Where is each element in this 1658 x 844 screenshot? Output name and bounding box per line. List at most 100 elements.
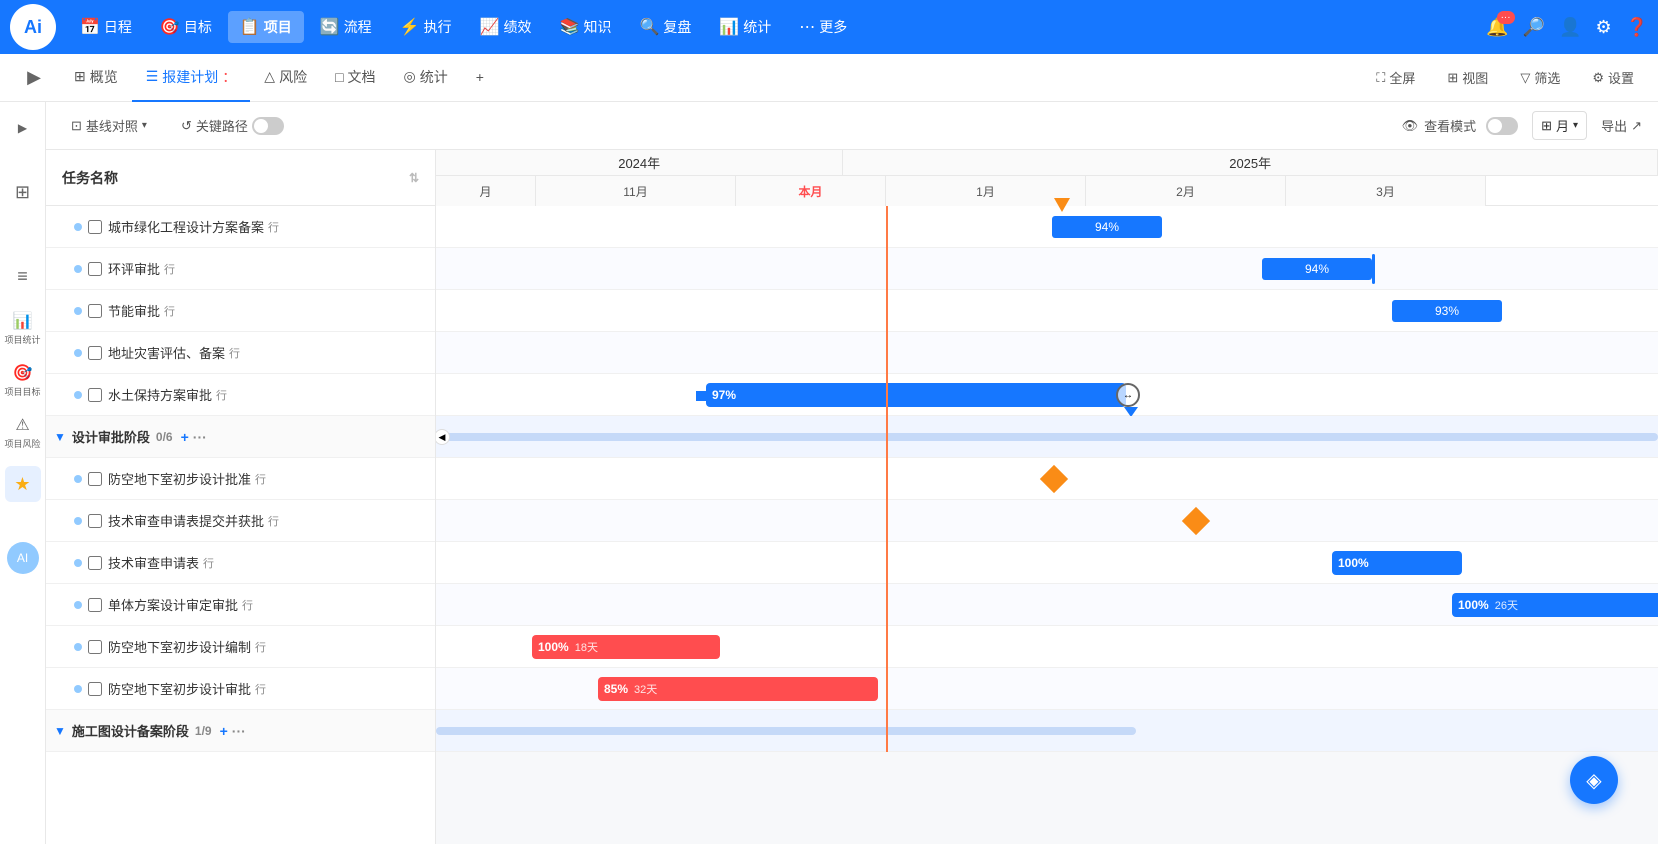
section-more-btn[interactable]: ··· <box>193 429 207 445</box>
gantt-bar-8[interactable]: 100% <box>1332 551 1462 575</box>
diamond-milestone-0[interactable] <box>1040 465 1068 493</box>
task-checkbox[interactable] <box>88 598 102 612</box>
task-row[interactable]: 节能审批 行 <box>46 290 435 332</box>
baseline-btn[interactable]: ⊡ 基线对照 ▾ <box>62 111 156 140</box>
nav-more[interactable]: ⋯ 更多 <box>787 11 859 43</box>
gantt-bar-11[interactable]: 85% 32天 <box>598 677 878 701</box>
tab-risk[interactable]: △ 风险 <box>250 54 321 102</box>
sidebar-item-favorite[interactable]: ★ <box>5 466 41 502</box>
export-btn[interactable]: 导出 ↗ <box>1601 116 1642 135</box>
gantt-bar-4[interactable]: 97% <box>706 383 1126 407</box>
toggle-knob <box>254 119 268 133</box>
gantt-bar-0[interactable]: 94% <box>1052 216 1162 238</box>
notification-btn[interactable]: 🔔 ··· <box>1486 17 1508 38</box>
task-checkbox[interactable] <box>88 220 102 234</box>
task-checkbox[interactable] <box>88 640 102 654</box>
tab-add[interactable]: + <box>462 54 498 102</box>
task-row[interactable]: 防空地下室初步设计编制 行 <box>46 626 435 668</box>
gantt-bar-9[interactable]: 100% 26天 <box>1452 593 1658 617</box>
collapse-icon[interactable]: ▼ <box>54 430 66 444</box>
app-logo[interactable]: Ai <box>10 4 56 50</box>
task-name: 技术审查申请表提交并获批 <box>108 511 264 530</box>
sidebar-icon-grid[interactable]: ⊞ <box>5 174 41 210</box>
nav-stats[interactable]: 📊 统计 <box>707 11 783 43</box>
float-action-btn[interactable]: ◈ <box>1570 756 1618 804</box>
toolbar: ⊡ 基线对照 ▾ ↺ 关键路径 👁 查看模式 <box>46 102 1658 150</box>
sidebar-item-avatar[interactable]: AI <box>5 540 41 576</box>
task-row[interactable]: 技术审查申请表提交并获批 行 <box>46 500 435 542</box>
view-btn[interactable]: ⊞ 视图 <box>1439 64 1496 91</box>
task-row[interactable]: 环评审批 行 <box>46 248 435 290</box>
tab-overview[interactable]: ⊞ 概览 <box>60 54 132 102</box>
search-btn[interactable]: 🔎 <box>1523 17 1545 38</box>
tab-plan[interactable]: ☰ 报建计划 ： <box>132 54 251 102</box>
nav-flow[interactable]: 🔄 流程 <box>308 11 384 43</box>
gantt-bar-1[interactable]: 94% <box>1262 258 1372 280</box>
sidebar-icon-expand[interactable]: ▶ <box>5 110 41 146</box>
critical-path-btn[interactable]: ↺ 关键路径 <box>172 111 293 140</box>
task-name: 水土保持方案审批 <box>108 385 212 404</box>
tab-statistics[interactable]: ◎ 统计 <box>390 54 462 102</box>
task-row[interactable]: 城市绿化工程设计方案备案 行 <box>46 206 435 248</box>
task-row[interactable]: 单体方案设计审定审批 行 <box>46 584 435 626</box>
project-goal-icon: 🎯 <box>13 363 33 383</box>
nav-schedule[interactable]: 📅 日程 <box>68 11 144 43</box>
critical-path-toggle[interactable] <box>252 117 284 135</box>
nav-project[interactable]: 📋 项目 <box>228 11 304 43</box>
task-row[interactable]: 地址灾害评估、备案 行 <box>46 332 435 374</box>
execute-icon: ⚡ <box>400 17 420 37</box>
section-row[interactable]: ▼ 设计审批阶段 0/6 + ··· <box>46 416 435 458</box>
section-more-btn[interactable]: ··· <box>232 723 246 739</box>
task-checkbox[interactable] <box>88 388 102 402</box>
gantt-bar-10[interactable]: 100% 18天 <box>532 635 720 659</box>
sidebar-icon-list[interactable]: ≡ <box>5 258 41 294</box>
nav-knowledge[interactable]: 📚 知识 <box>548 11 624 43</box>
section-row[interactable]: ▼ 施工图设计备案阶段 1/9 + ··· <box>46 710 435 752</box>
user-btn[interactable]: 👤 <box>1559 17 1581 38</box>
section-collapse-btn[interactable]: ◀ <box>436 429 450 445</box>
task-row[interactable]: 防空地下室初步设计审批 行 <box>46 668 435 710</box>
task-checkbox[interactable] <box>88 514 102 528</box>
settings-btn[interactable]: ⚙ <box>1595 17 1611 38</box>
task-row[interactable]: 水土保持方案审批 行 <box>46 374 435 416</box>
nav-target-label: 目标 <box>184 17 212 37</box>
sidebar-item-project-risk[interactable]: ⚠ 项目风险 <box>5 414 41 450</box>
view-mode-toggle[interactable] <box>1486 117 1518 135</box>
task-checkbox[interactable] <box>88 682 102 696</box>
star-icon: ★ <box>14 474 30 495</box>
task-checkbox[interactable] <box>88 262 102 276</box>
help-btn[interactable]: ❓ <box>1626 17 1648 38</box>
nav-knowledge-label: 知识 <box>583 17 611 37</box>
bar-percent: 93% <box>1435 304 1459 318</box>
filter-btn[interactable]: ▽ 筛选 <box>1512 64 1568 91</box>
section-add-btn[interactable]: + <box>181 429 189 445</box>
nav-target[interactable]: 🎯 目标 <box>148 11 224 43</box>
task-checkbox[interactable] <box>88 556 102 570</box>
task-status: 行 <box>268 219 279 235</box>
timeline[interactable]: 2024年 2025年 月 11月 本月 1月 2月 3月 <box>436 150 1658 844</box>
stats-icon: 📊 <box>719 17 739 37</box>
sort-icon[interactable]: ⇅ <box>409 171 419 185</box>
cursor-indicator[interactable]: ↔ <box>1116 383 1140 407</box>
collapse-icon[interactable]: ▼ <box>54 724 66 738</box>
sidebar-item-project-stats[interactable]: 📊 项目统计 <box>5 310 41 346</box>
fullscreen-btn[interactable]: ⛶ 全屏 <box>1368 64 1423 91</box>
tab-docs[interactable]: □ 文档 <box>321 54 389 102</box>
view-mode-btn[interactable]: 👁 查看模式 <box>1402 116 1519 135</box>
task-row[interactable]: 防空地下室初步设计批准 行 <box>46 458 435 500</box>
task-row[interactable]: 技术审查申请表 行 <box>46 542 435 584</box>
task-checkbox[interactable] <box>88 346 102 360</box>
nav-expand-btn[interactable]: ▶ <box>16 60 52 96</box>
month-selector[interactable]: ⊞ 月 ▾ <box>1532 111 1587 140</box>
nav-execute[interactable]: ⚡ 执行 <box>388 11 464 43</box>
review-icon: 🔍 <box>639 17 659 37</box>
gantt-bar-2[interactable]: 93% <box>1392 300 1502 322</box>
nav-review[interactable]: 🔍 复盘 <box>627 11 703 43</box>
settings-page-btn[interactable]: ⚙ 设置 <box>1584 64 1642 91</box>
section-add-btn[interactable]: + <box>220 723 228 739</box>
task-checkbox[interactable] <box>88 472 102 486</box>
sidebar-item-project-goal[interactable]: 🎯 项目目标 <box>5 362 41 398</box>
nav-performance[interactable]: 📈 绩效 <box>468 11 544 43</box>
task-checkbox[interactable] <box>88 304 102 318</box>
diamond-milestone-1[interactable] <box>1182 507 1210 535</box>
